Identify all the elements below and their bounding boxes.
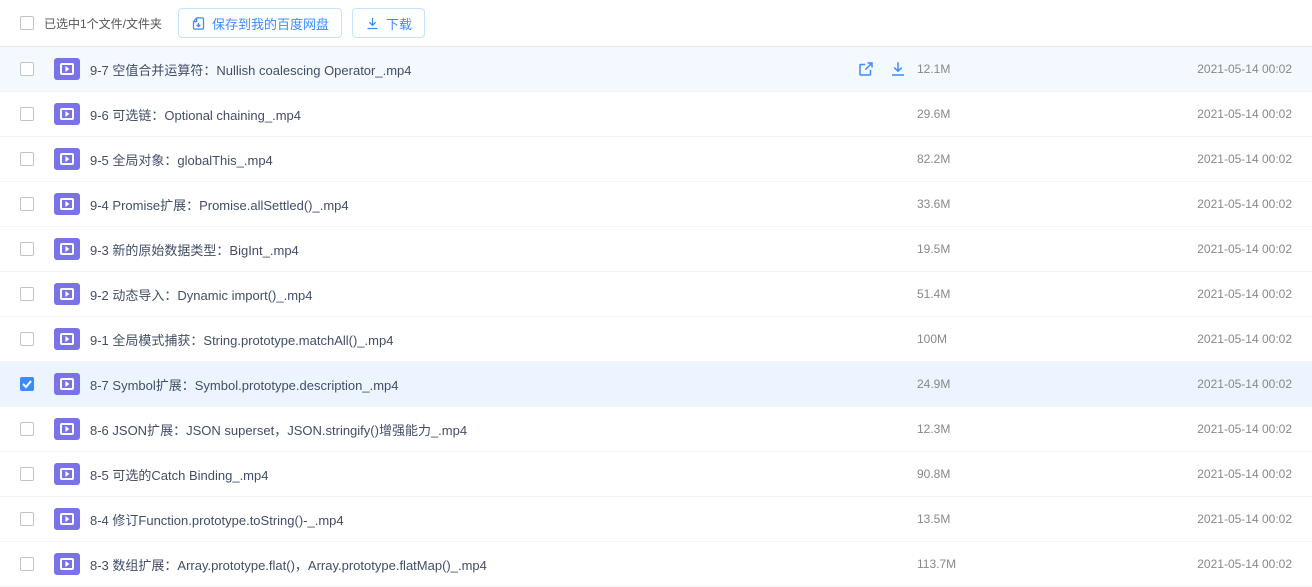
row-checkbox[interactable]	[20, 107, 34, 121]
file-size: 29.6M	[917, 107, 1162, 121]
file-size: 82.2M	[917, 152, 1162, 166]
selection-label: 已选中1个文件/文件夹	[44, 15, 162, 32]
save-icon	[191, 16, 206, 31]
file-name[interactable]: 8-7 Symbol扩展：Symbol.prototype.descriptio…	[90, 375, 847, 394]
table-row[interactable]: 8-7 Symbol扩展：Symbol.prototype.descriptio…	[0, 362, 1312, 407]
file-date: 2021-05-14 00:02	[1162, 512, 1292, 526]
file-size: 13.5M	[917, 512, 1162, 526]
file-name[interactable]: 9-3 新的原始数据类型：BigInt_.mp4	[90, 240, 847, 259]
download-button[interactable]: 下载	[352, 8, 425, 38]
table-row[interactable]: 9-3 新的原始数据类型：BigInt_.mp4 19.5M2021-05-14 …	[0, 227, 1312, 272]
file-size: 12.3M	[917, 422, 1162, 436]
file-size: 90.8M	[917, 467, 1162, 481]
file-name[interactable]: 9-4 Promise扩展：Promise.allSettled()_.mp4	[90, 195, 847, 214]
download-icon	[365, 16, 380, 31]
table-row[interactable]: 9-5 全局对象：globalThis_.mp4 82.2M2021-05-14 …	[0, 137, 1312, 182]
file-size: 12.1M	[917, 62, 1162, 76]
video-file-icon	[54, 283, 80, 305]
file-name[interactable]: 8-5 可选的Catch Binding_.mp4	[90, 465, 847, 484]
file-name[interactable]: 9-6 可选链：Optional chaining_.mp4	[90, 105, 847, 124]
file-date: 2021-05-14 00:02	[1162, 152, 1292, 166]
table-row[interactable]: 9-1 全局模式捕获：String.prototype.matchAll()_.…	[0, 317, 1312, 362]
video-file-icon	[54, 148, 80, 170]
row-checkbox[interactable]	[20, 557, 34, 571]
file-list: 9-7 空值合并运算符：Nullish coalescing Operator_…	[0, 47, 1312, 587]
file-name[interactable]: 8-3 数组扩展：Array.prototype.flat()，Array.pr…	[90, 555, 847, 574]
video-file-icon	[54, 328, 80, 350]
video-file-icon	[54, 238, 80, 260]
file-date: 2021-05-14 00:02	[1162, 377, 1292, 391]
save-to-pan-button[interactable]: 保存到我的百度网盘	[178, 8, 342, 38]
file-name[interactable]: 9-2 动态导入：Dynamic import()_.mp4	[90, 285, 847, 304]
table-row[interactable]: 9-2 动态导入：Dynamic import()_.mp4 51.4M2021-…	[0, 272, 1312, 317]
video-file-icon	[54, 103, 80, 125]
file-name[interactable]: 9-5 全局对象：globalThis_.mp4	[90, 150, 847, 169]
file-date: 2021-05-14 00:02	[1162, 62, 1292, 76]
file-size: 100M	[917, 332, 1162, 346]
video-file-icon	[54, 193, 80, 215]
file-name[interactable]: 8-4 修订Function.prototype.toString()-_.mp…	[90, 510, 847, 529]
save-button-label: 保存到我的百度网盘	[212, 14, 329, 33]
video-file-icon	[54, 418, 80, 440]
table-row[interactable]: 8-6 JSON扩展：JSON superset，JSON.stringify(…	[0, 407, 1312, 452]
table-row[interactable]: 9-7 空值合并运算符：Nullish coalescing Operator_…	[0, 47, 1312, 92]
table-row[interactable]: 9-6 可选链：Optional chaining_.mp4 29.6M2021-…	[0, 92, 1312, 137]
file-size: 19.5M	[917, 242, 1162, 256]
file-name[interactable]: 9-7 空值合并运算符：Nullish coalescing Operator_…	[90, 60, 847, 79]
file-size: 113.7M	[917, 557, 1162, 571]
toolbar: 已选中1个文件/文件夹 保存到我的百度网盘 下载	[0, 0, 1312, 47]
file-date: 2021-05-14 00:02	[1162, 197, 1292, 211]
table-row[interactable]: 8-4 修订Function.prototype.toString()-_.mp…	[0, 497, 1312, 542]
share-icon[interactable]	[857, 60, 875, 78]
file-size: 33.6M	[917, 197, 1162, 211]
row-checkbox[interactable]	[20, 377, 34, 391]
table-row[interactable]: 8-5 可选的Catch Binding_.mp4 90.8M2021-05-14…	[0, 452, 1312, 497]
video-file-icon	[54, 508, 80, 530]
file-date: 2021-05-14 00:02	[1162, 242, 1292, 256]
table-row[interactable]: 8-3 数组扩展：Array.prototype.flat()，Array.pr…	[0, 542, 1312, 587]
row-checkbox[interactable]	[20, 152, 34, 166]
file-date: 2021-05-14 00:02	[1162, 332, 1292, 346]
file-date: 2021-05-14 00:02	[1162, 422, 1292, 436]
file-size: 51.4M	[917, 287, 1162, 301]
row-checkbox[interactable]	[20, 287, 34, 301]
video-file-icon	[54, 373, 80, 395]
download-icon[interactable]	[889, 60, 907, 78]
table-row[interactable]: 9-4 Promise扩展：Promise.allSettled()_.mp4 3…	[0, 182, 1312, 227]
row-checkbox[interactable]	[20, 467, 34, 481]
file-date: 2021-05-14 00:02	[1162, 557, 1292, 571]
file-name[interactable]: 9-1 全局模式捕获：String.prototype.matchAll()_.…	[90, 330, 847, 349]
download-button-label: 下载	[386, 14, 412, 33]
row-checkbox[interactable]	[20, 62, 34, 76]
row-checkbox[interactable]	[20, 197, 34, 211]
video-file-icon	[54, 553, 80, 575]
file-date: 2021-05-14 00:02	[1162, 287, 1292, 301]
select-all-checkbox[interactable]	[20, 16, 34, 30]
file-date: 2021-05-14 00:02	[1162, 467, 1292, 481]
file-name[interactable]: 8-6 JSON扩展：JSON superset，JSON.stringify(…	[90, 420, 847, 439]
row-checkbox[interactable]	[20, 512, 34, 526]
video-file-icon	[54, 58, 80, 80]
row-checkbox[interactable]	[20, 242, 34, 256]
row-checkbox[interactable]	[20, 332, 34, 346]
file-date: 2021-05-14 00:02	[1162, 107, 1292, 121]
row-checkbox[interactable]	[20, 422, 34, 436]
file-size: 24.9M	[917, 377, 1162, 391]
video-file-icon	[54, 463, 80, 485]
